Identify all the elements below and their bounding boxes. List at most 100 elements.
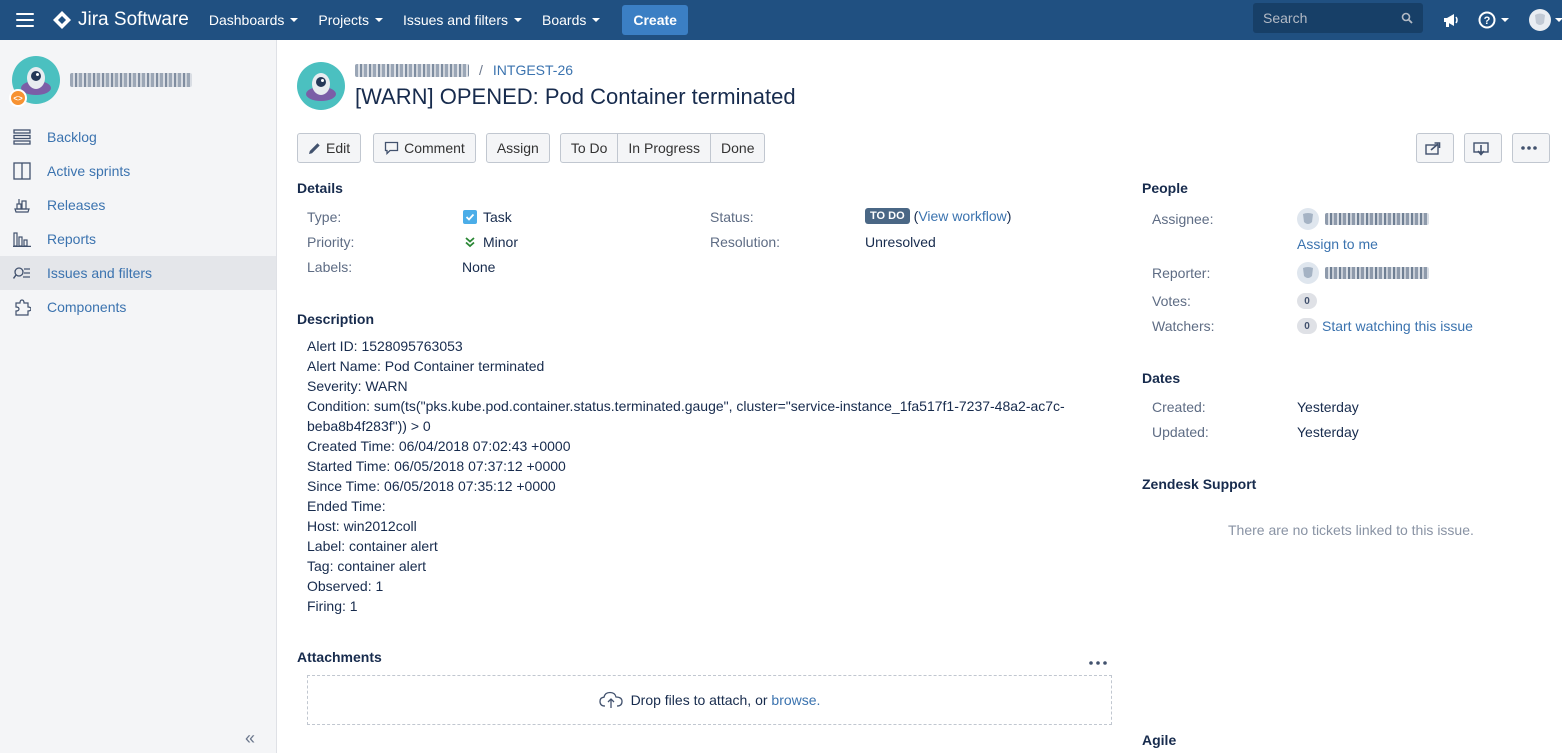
attachment-dropzone[interactable]: Drop files to attach, or browse. xyxy=(307,675,1112,725)
more-icon xyxy=(1520,146,1537,150)
assign-to-me-link[interactable]: Assign to me xyxy=(1297,236,1378,252)
jira-logo-icon xyxy=(53,11,71,29)
chevron-down-icon xyxy=(592,18,601,22)
votes-value[interactable]: 0 xyxy=(1297,293,1322,309)
assignee-name-redacted xyxy=(1325,213,1429,225)
help-icon: ? xyxy=(1478,11,1496,29)
breadcrumb: / INTGEST-26 xyxy=(355,62,573,78)
sidebar-item-label: Issues and filters xyxy=(47,265,153,281)
zendesk-heading: Zendesk Support xyxy=(1142,476,1257,492)
project-name-redacted[interactable] xyxy=(70,73,192,87)
create-button[interactable]: Create xyxy=(622,5,688,35)
nav-dashboards[interactable]: Dashboards xyxy=(209,12,299,28)
nav-dashboards-label: Dashboards xyxy=(208,12,285,28)
search-input[interactable]: Search xyxy=(1253,3,1423,33)
chevron-down-icon xyxy=(1555,18,1562,22)
assign-button[interactable]: Assign xyxy=(485,133,550,163)
updated-label: Updated: xyxy=(1152,424,1209,440)
assignee-value[interactable] xyxy=(1297,208,1429,230)
description-line: Started Time: 06/05/2018 07:37:12 +0000 xyxy=(307,458,566,474)
project-avatar[interactable]: <> xyxy=(9,56,60,107)
sidebar-item-label: Components xyxy=(47,299,127,315)
svg-text:?: ? xyxy=(1484,15,1491,27)
project-sidebar: <> Backlog Active sprints Releases Repor… xyxy=(0,40,277,753)
created-label: Created: xyxy=(1152,399,1206,415)
status-paren-close: ) xyxy=(1006,208,1012,224)
sidebar-nav: Backlog Active sprints Releases Reports … xyxy=(0,120,276,324)
priority-value[interactable]: Minor xyxy=(463,234,518,250)
project-header[interactable]: <> xyxy=(0,40,276,120)
description-body[interactable]: Alert ID: 1528095763053 Alert Name: Pod … xyxy=(307,336,1087,616)
nav-issues-filters[interactable]: Issues and filters xyxy=(402,12,523,28)
profile-button[interactable] xyxy=(1528,0,1562,40)
nav-issues-filters-label: Issues and filters xyxy=(402,12,509,28)
sidebar-item-label: Reports xyxy=(47,231,97,247)
type-value[interactable]: Task xyxy=(463,209,512,225)
export-button[interactable] xyxy=(1464,133,1502,163)
menu-icon[interactable] xyxy=(16,13,34,27)
edit-label: Edit xyxy=(326,140,351,156)
search-placeholder: Search xyxy=(1263,10,1308,26)
issue-toolbar: Edit Comment Assign To Do In Progress Do… xyxy=(297,133,766,163)
dropzone-text: Drop files to attach, or xyxy=(630,692,772,708)
components-icon xyxy=(12,298,32,316)
nav-boards-label: Boards xyxy=(542,12,587,28)
sidebar-item-label: Releases xyxy=(47,197,106,213)
in-progress-button[interactable]: In Progress xyxy=(617,133,712,163)
breadcrumb-separator: / xyxy=(479,62,483,78)
chevron-down-icon xyxy=(1501,18,1509,22)
reporter-value[interactable] xyxy=(1297,262,1429,284)
sidebar-item-issues-filters[interactable]: Issues and filters xyxy=(0,256,276,290)
issue-key-link[interactable]: INTGEST-26 xyxy=(493,62,573,78)
chevron-down-icon xyxy=(290,18,299,22)
search-icon xyxy=(1401,12,1413,24)
help-button[interactable]: ? xyxy=(1478,0,1509,40)
description-line: Observed: 1 xyxy=(307,578,384,594)
collapse-sidebar-button[interactable]: « xyxy=(245,728,255,749)
description-line: Alert ID: 1528095763053 xyxy=(307,338,463,354)
sidebar-item-active-sprints[interactable]: Active sprints xyxy=(0,154,276,188)
more-actions-button[interactable] xyxy=(1512,133,1550,163)
task-checkbox-icon xyxy=(463,210,477,224)
type-value-text: Task xyxy=(483,209,512,225)
comment-label: Comment xyxy=(404,140,465,156)
browse-link[interactable]: browse. xyxy=(771,692,820,708)
votes-count-badge: 0 xyxy=(1297,293,1317,309)
sidebar-item-releases[interactable]: Releases xyxy=(0,188,276,222)
issue-project-avatar[interactable] xyxy=(297,62,345,110)
nav-projects-label: Projects xyxy=(318,12,369,28)
status-value: TO DO (View workflow) xyxy=(865,208,1011,224)
megaphone-icon xyxy=(1444,14,1458,27)
resolution-value: Unresolved xyxy=(865,234,936,250)
sidebar-item-components[interactable]: Components xyxy=(0,290,276,324)
user-avatar-icon xyxy=(1297,208,1319,230)
jira-logo[interactable]: Jira Software xyxy=(52,9,189,31)
nav-boards[interactable]: Boards xyxy=(542,12,601,28)
edit-button[interactable]: Edit xyxy=(297,133,362,163)
votes-label: Votes: xyxy=(1152,293,1191,309)
description-line: Label: container alert xyxy=(307,538,438,554)
dates-heading: Dates xyxy=(1142,370,1181,386)
description-line: Created Time: 06/04/2018 07:02:43 +0000 xyxy=(307,438,571,454)
nav-projects[interactable]: Projects xyxy=(318,12,383,28)
issue-summary[interactable]: [WARN] OPENED: Pod Container terminated xyxy=(355,84,796,110)
agile-heading: Agile xyxy=(1142,732,1177,748)
view-workflow-link[interactable]: View workflow xyxy=(918,208,1006,224)
status-label: Status: xyxy=(710,209,754,225)
done-button[interactable]: Done xyxy=(710,133,766,163)
start-watching-link[interactable]: Start watching this issue xyxy=(1322,318,1473,334)
priority-label: Priority: xyxy=(307,234,355,250)
assignee-label: Assignee: xyxy=(1152,211,1214,227)
notifications-button[interactable] xyxy=(1442,0,1460,40)
to-do-button[interactable]: To Do xyxy=(559,133,619,163)
labels-label: Labels: xyxy=(307,259,353,275)
attachments-more-button[interactable] xyxy=(1089,652,1107,668)
sidebar-item-backlog[interactable]: Backlog xyxy=(0,120,276,154)
breadcrumb-project-redacted[interactable] xyxy=(355,63,469,77)
comment-button[interactable]: Comment xyxy=(373,133,476,163)
share-button[interactable] xyxy=(1416,133,1454,163)
details-heading: Details xyxy=(297,180,343,196)
sidebar-item-label: Backlog xyxy=(47,129,97,145)
sidebar-item-reports[interactable]: Reports xyxy=(0,222,276,256)
labels-value[interactable]: None xyxy=(462,259,495,275)
